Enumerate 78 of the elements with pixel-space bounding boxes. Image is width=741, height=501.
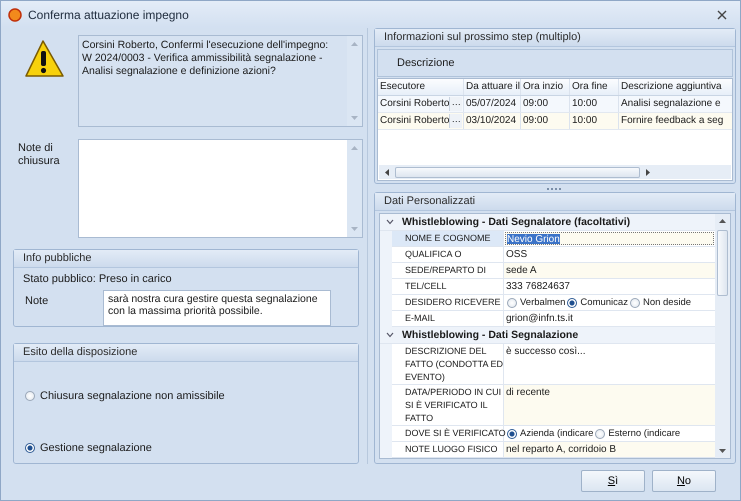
section-title: Whistleblowing - Dati Segnalatore (facoltativi) [402,216,630,228]
window-title: Conferma attuazione impegno [28,8,190,22]
group-title: Dati Personalizzati [375,193,735,211]
property-value[interactable]: 333 76824637 [504,279,715,294]
dialog-button[interactable]: No [652,470,716,492]
property-label: QUALIFICA O [392,247,504,262]
table-cell: 09:00 [521,96,570,112]
scroll-down-icon[interactable] [718,448,727,454]
property-value-field[interactable]: Nevio Grion [505,232,714,245]
radio-button[interactable]: Comunicaz [567,296,628,310]
radio-button[interactable]: Gestione segnalazione [25,442,152,454]
property-value[interactable]: sede A [504,263,715,278]
collapse-icon[interactable] [386,332,394,338]
column-header[interactable]: Ora inzio [521,79,570,95]
radio-icon[interactable] [630,298,640,308]
message-text: Corsini Roberto, Confermi l'esecuzione dell'impegno: [82,39,330,52]
collapse-icon[interactable] [386,219,394,225]
field-label: Note di chiusura [18,141,58,169]
ellipsis-button[interactable]: ··· [449,114,462,128]
dialog-button[interactable]: Sì [581,470,645,492]
scrollbar[interactable] [715,214,730,458]
property-label: DESIDERO RICEVERE [392,295,504,310]
property-value[interactable]: nel reparto A, corridoio B [504,442,715,457]
status-text: Stato pubblico: Preso in carico [22,272,173,287]
table-cell: 05/07/2024 [464,96,521,112]
scroll-right-icon[interactable] [645,168,651,176]
column-header[interactable]: Ora fine [570,79,619,95]
property-label: NOME E COGNOME [392,231,504,246]
property-value[interactable]: OSS [504,247,715,262]
scroll-thumb[interactable] [717,230,728,296]
section-title: Whistleblowing - Dati Segnalazione [402,329,578,341]
radio-icon[interactable] [595,428,606,438]
splitter-handle[interactable] [547,187,563,191]
scroll-thumb[interactable] [395,166,640,178]
radio-button[interactable]: Verbalmen [507,296,566,310]
property-label: E-MAIL [392,311,504,326]
property-label: DESCRIZIONE DEL FATTO (CONDOTTA ED EVENTO) [392,344,504,384]
selected-text[interactable]: Nevio Grion [507,234,560,244]
property-value[interactable]: di recente [504,385,715,425]
close-icon[interactable] [717,10,727,20]
property-value[interactable]: è successo così... [504,344,715,384]
radio-icon[interactable] [507,298,517,308]
table-cell-text: Corsini Roberto [380,114,450,128]
group-title: Informazioni sul prossimo step (multiplo) [375,29,735,47]
scroll-left-icon[interactable] [384,168,390,176]
column-header[interactable]: Da attuare il [464,79,521,95]
property-label: DOVE SI È VERIFICATO [392,426,504,441]
radio-button[interactable]: Chiusura segnalazione non amissibile [25,390,225,402]
app-icon [8,8,22,22]
property-label: TEL/CELL [392,279,504,294]
description-label: Descrizione [396,57,454,69]
scrollbar[interactable] [379,165,731,179]
radio-icon[interactable] [567,298,578,308]
group-title: Info pubbliche [14,250,358,268]
column-header[interactable]: Descrizione aggiuntiva [619,79,732,95]
radio-button[interactable]: Esterno (indicare [595,426,680,440]
radio-button[interactable]: Non deside [630,296,692,310]
radio-icon[interactable] [25,391,35,402]
note-field[interactable] [78,139,363,238]
property-value[interactable]: grion@infn.ts.it [504,311,715,326]
table-cell-text: Corsini Roberto [380,97,450,111]
group-title: Esito della disposizione [14,344,358,362]
table-cell: 10:00 [570,96,619,112]
radio-icon[interactable] [25,443,35,454]
message-text: W 2024/0003 - Verifica ammissibilità segnalazione - Analisi segnalazione e definizione azioni? [82,52,324,78]
column-header[interactable]: Esecutore [378,79,464,95]
radio-icon[interactable] [507,428,517,438]
note-field[interactable]: sarà nostra cura gestire questa segnalazione con la massima priorità possibile. [103,290,331,326]
radio-button[interactable]: Azienda (indicare [507,426,594,440]
warning-icon [23,39,65,79]
field-label: Note [25,294,50,309]
table-cell: 10:00 [570,113,619,129]
table-cell: 03/10/2024 [464,113,521,129]
scroll-up-icon[interactable] [718,218,727,224]
table-cell: 09:00 [521,113,570,129]
ellipsis-button[interactable]: ··· [449,97,462,111]
table-cell-text: Fornire feedback a seg [620,114,724,128]
table-cell-text: Analisi segnalazione e [620,97,722,111]
